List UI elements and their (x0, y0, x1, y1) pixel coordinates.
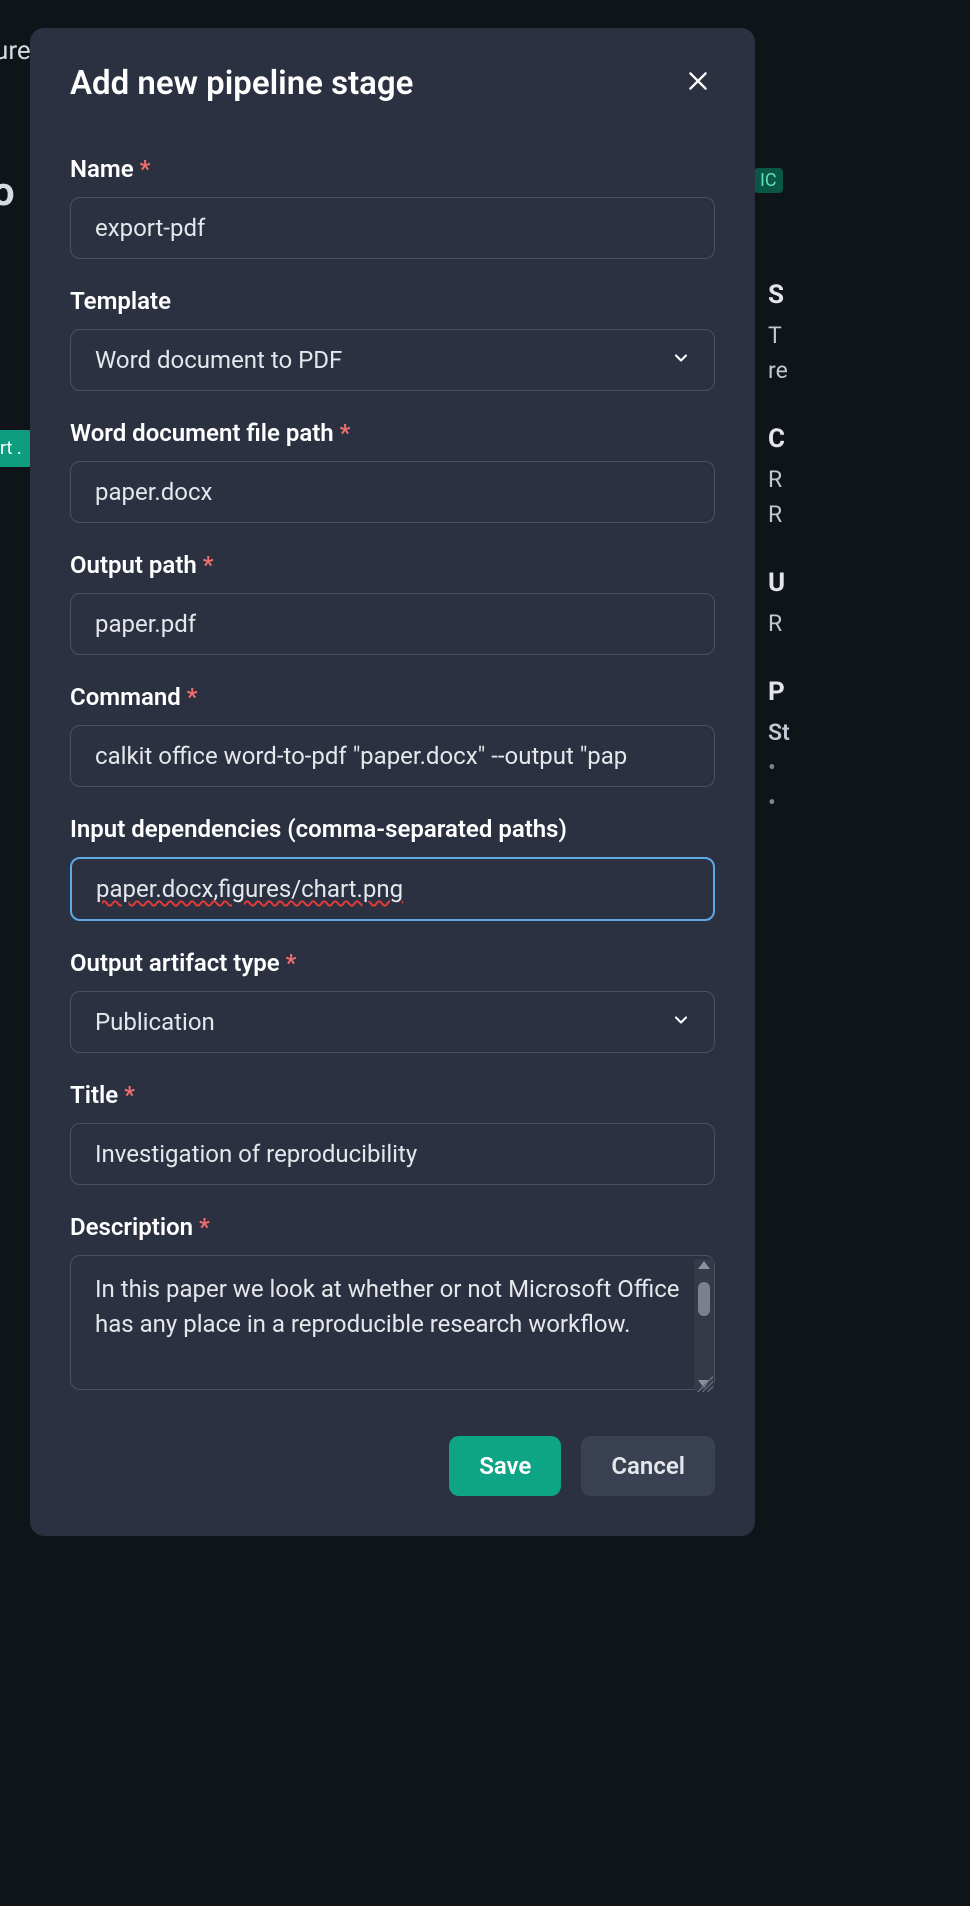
artifact-type-select-wrap: Publication (70, 991, 715, 1053)
field-description: Description * (70, 1213, 715, 1394)
field-input-deps: Input dependencies (comma-separated path… (70, 815, 715, 921)
label-text: Description (70, 1213, 193, 1241)
label-text: Word document file path (70, 419, 334, 447)
required-marker: * (286, 949, 297, 977)
field-name: Name * (70, 155, 715, 259)
right-heading-u: U (768, 568, 970, 598)
required-marker: * (140, 155, 151, 183)
description-textarea[interactable] (70, 1255, 715, 1390)
label-text: Output artifact type (70, 949, 280, 977)
label-command: Command * (70, 683, 715, 711)
title-input[interactable] (70, 1123, 715, 1185)
field-template: Template Word document to PDF (70, 287, 715, 391)
right-line: R (768, 610, 970, 637)
required-marker: * (203, 551, 214, 579)
label-text: Template (70, 287, 171, 315)
right-line: R (768, 466, 970, 493)
label-input-deps: Input dependencies (comma-separated path… (70, 815, 715, 843)
right-line: T (768, 322, 970, 349)
required-marker: * (124, 1081, 135, 1109)
required-marker: * (187, 683, 198, 711)
artifact-type-select[interactable]: Publication (70, 991, 715, 1053)
close-button[interactable] (681, 64, 715, 101)
right-bullet: • (768, 754, 970, 781)
label-text: Input dependencies (comma-separated path… (70, 815, 567, 843)
textarea-scrollbar[interactable] (694, 1259, 714, 1390)
scroll-up-icon (698, 1261, 710, 1269)
label-word-path: Word document file path * (70, 419, 715, 447)
close-icon (685, 68, 711, 97)
resize-handle-icon[interactable] (697, 1376, 713, 1392)
required-marker: * (340, 419, 351, 447)
backdrop-text: ure (0, 36, 31, 66)
field-output-path: Output path * (70, 551, 715, 655)
description-wrap (70, 1255, 715, 1394)
modal-header: Add new pipeline stage (70, 64, 715, 103)
right-bullet: • (768, 789, 970, 816)
backdrop-title-frag: o (0, 168, 15, 215)
right-heading-c: C (768, 424, 970, 454)
right-heading-s: S (768, 280, 970, 310)
input-deps-input[interactable]: paper.docx,figures/chart.png (70, 857, 715, 921)
save-button[interactable]: Save (449, 1436, 561, 1496)
backdrop-public-badge: IC (754, 168, 783, 193)
word-path-input[interactable] (70, 461, 715, 523)
right-sub: St (768, 719, 970, 746)
scroll-thumb[interactable] (698, 1282, 710, 1316)
backdrop-badge: rt . (0, 430, 32, 467)
label-text: Title (70, 1081, 118, 1109)
right-line: re (768, 357, 970, 384)
modal-title: Add new pipeline stage (70, 64, 413, 103)
template-select[interactable]: Word document to PDF (70, 329, 715, 391)
label-name: Name * (70, 155, 715, 183)
label-text: Output path (70, 551, 197, 579)
template-select-wrap: Word document to PDF (70, 329, 715, 391)
label-description: Description * (70, 1213, 715, 1241)
command-input[interactable] (70, 725, 715, 787)
add-pipeline-stage-modal: Add new pipeline stage Name * Template W… (30, 28, 755, 1536)
modal-footer: Save Cancel (70, 1436, 715, 1496)
cancel-button[interactable]: Cancel (581, 1436, 715, 1496)
right-panel: S T re C R R U R P St • • (768, 280, 970, 856)
field-title: Title * (70, 1081, 715, 1185)
field-word-path: Word document file path * (70, 419, 715, 523)
right-heading-p: P (768, 677, 970, 707)
label-text: Name (70, 155, 134, 183)
field-command: Command * (70, 683, 715, 787)
label-title: Title * (70, 1081, 715, 1109)
label-template: Template (70, 287, 715, 315)
field-artifact-type: Output artifact type * Publication (70, 949, 715, 1053)
output-path-input[interactable] (70, 593, 715, 655)
label-output-path: Output path * (70, 551, 715, 579)
input-deps-value: paper.docx,figures/chart.png (96, 875, 403, 903)
name-input[interactable] (70, 197, 715, 259)
right-line: R (768, 501, 970, 528)
label-text: Command (70, 683, 181, 711)
required-marker: * (199, 1213, 210, 1241)
label-artifact-type: Output artifact type * (70, 949, 715, 977)
